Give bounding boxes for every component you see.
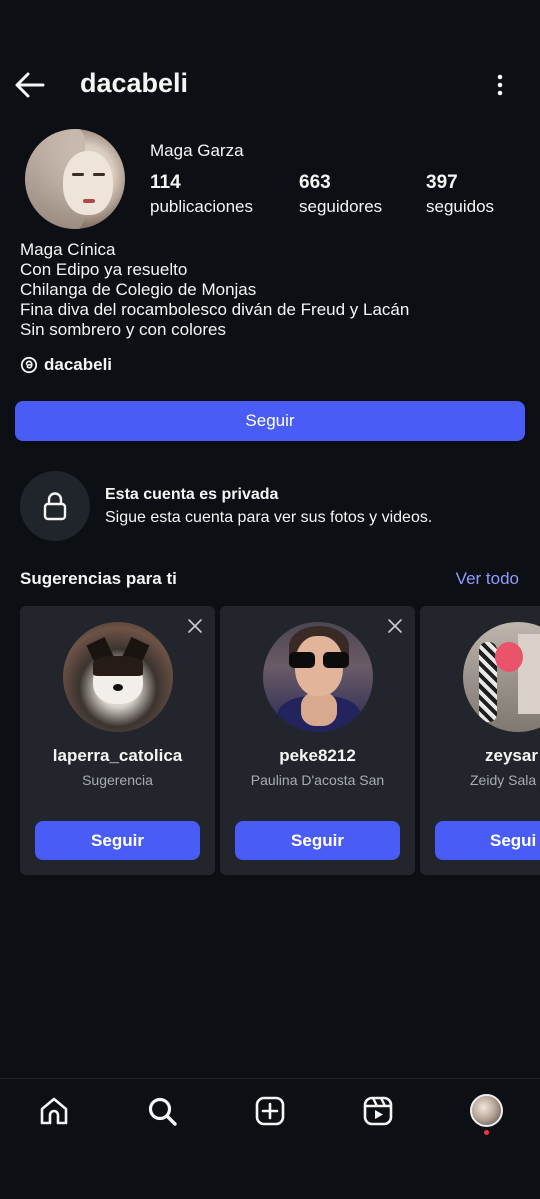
threads-handle: dacabeli — [44, 355, 113, 374]
bio-line: Maga Cínica — [20, 240, 116, 259]
bottom-navigation — [0, 1078, 540, 1199]
suggestion-follow-button[interactable]: Segui — [435, 821, 540, 860]
stat-posts-label: publicaciones — [150, 197, 254, 216]
suggestion-follow-button[interactable]: Seguir — [35, 821, 200, 860]
profile-bio: Maga Cínica Con Edipo ya resuelto Chilan… — [20, 240, 409, 340]
notification-dot — [484, 1130, 489, 1135]
profile-avatar-nav[interactable] — [470, 1094, 503, 1127]
lock-badge — [20, 471, 90, 541]
suggestion-card[interactable]: laperra_catolica Sugerencia Seguir — [20, 606, 215, 875]
home-icon[interactable] — [38, 1095, 70, 1127]
suggestion-avatar[interactable] — [463, 622, 540, 732]
close-icon[interactable] — [187, 618, 203, 634]
suggestion-subtitle: Sugerencia — [82, 772, 153, 788]
stat-followers-label: seguidores — [299, 197, 383, 216]
search-icon[interactable] — [146, 1095, 178, 1127]
threads-link[interactable]: dacabeli — [20, 354, 112, 376]
suggestion-username[interactable]: laperra_catolica — [20, 746, 215, 766]
bio-line: Fina diva del rocambolesco diván de Freu… — [20, 300, 410, 319]
suggestion-avatar[interactable] — [63, 622, 173, 732]
bio-line: Con Edipo ya resuelto — [20, 260, 188, 279]
follow-button[interactable]: Seguir — [15, 401, 525, 441]
stat-posts: 114 publicaciones — [150, 172, 253, 217]
close-icon[interactable] — [387, 618, 403, 634]
stat-following[interactable]: 397 seguidos — [426, 172, 494, 217]
suggestions-title: Sugerencias para ti — [20, 569, 177, 588]
lock-icon — [43, 492, 67, 521]
bio-line: Sin sombrero y con colores — [20, 320, 226, 339]
stat-following-label: seguidos — [426, 197, 495, 216]
suggestion-subtitle: Paulina D'acosta San — [250, 772, 385, 788]
suggestion-subtitle: Zeidy Sala — [470, 772, 537, 788]
stat-followers-value: 663 — [299, 172, 331, 193]
more-options-icon[interactable] — [490, 74, 510, 96]
suggestions-carousel[interactable]: laperra_catolica Sugerencia Seguir peke8… — [20, 606, 540, 876]
threads-icon — [20, 356, 38, 374]
top-bar: dacabeli — [0, 60, 540, 110]
suggestion-card[interactable]: zeysar Zeidy Sala Segui — [420, 606, 540, 875]
profile-full-name: Maga Garza — [150, 141, 244, 160]
reels-icon[interactable] — [362, 1095, 394, 1127]
see-all-link[interactable]: Ver todo — [456, 569, 519, 589]
private-account-title: Esta cuenta es privada — [105, 486, 279, 503]
create-icon[interactable] — [254, 1095, 286, 1127]
profile-avatar[interactable] — [25, 129, 125, 229]
suggestion-follow-button[interactable]: Seguir — [235, 821, 400, 860]
bio-line: Chilanga de Colegio de Monjas — [20, 280, 257, 299]
suggestion-avatar[interactable] — [263, 622, 373, 732]
suggestion-username[interactable]: zeysar — [420, 746, 540, 766]
suggestion-card[interactable]: peke8212 Paulina D'acosta San Seguir — [220, 606, 415, 875]
page-title: dacabeli — [80, 68, 189, 98]
private-account-subtitle: Sigue esta cuenta para ver sus fotos y v… — [105, 509, 433, 526]
back-arrow-icon[interactable] — [14, 70, 46, 100]
stat-following-value: 397 — [426, 172, 458, 193]
suggestion-username[interactable]: peke8212 — [220, 746, 415, 766]
stat-posts-value: 114 — [150, 172, 181, 193]
stat-followers[interactable]: 663 seguidores — [299, 172, 382, 217]
